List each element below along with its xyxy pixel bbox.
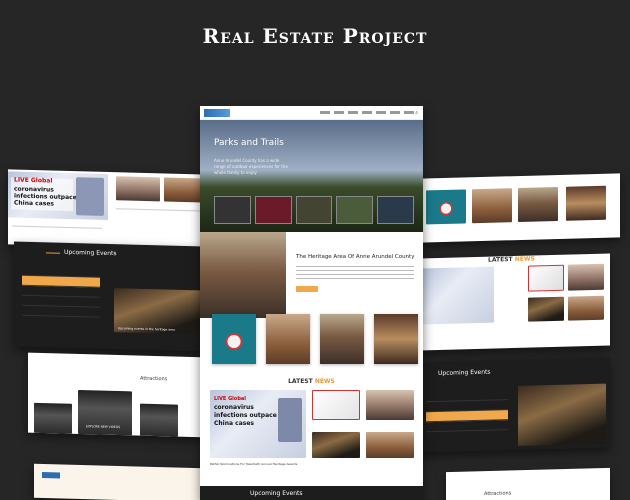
feature-card-library[interactable] (374, 314, 418, 364)
search-icon[interactable]: ⌕ (415, 110, 418, 116)
left-events-panel: Upcoming Events Upcoming events in the h… (14, 241, 204, 352)
site-logo[interactable] (204, 109, 230, 117)
card-family[interactable] (472, 188, 512, 224)
feature-card-row (212, 314, 418, 364)
heritage-image (200, 232, 286, 318)
news-live-label: LIVE Global (214, 396, 246, 402)
hero-card-row (214, 196, 414, 224)
attraction-card-label: EXPLORE NEW VIDEOS (86, 424, 121, 430)
news-label: NEWS (514, 255, 535, 264)
hero-card[interactable] (336, 196, 374, 224)
attraction-card-3[interactable] (140, 403, 178, 437)
hero-banner: Parks and Trails Anne Arundel County has… (200, 120, 423, 232)
news-screen-line3: China cases (214, 420, 254, 427)
footer-logo (42, 471, 60, 479)
right-events-title: Upcoming Events (438, 368, 491, 377)
hero-card[interactable] (377, 196, 414, 224)
right-events-panel: Upcoming Events (418, 357, 610, 453)
latest-news-cafe-image[interactable] (312, 432, 360, 458)
hero-card[interactable] (295, 196, 333, 224)
events-list (22, 265, 100, 328)
feature-card-ferris[interactable] (212, 314, 256, 364)
feature-card-family[interactable] (266, 314, 310, 364)
latest-news-headline: Pathin Nominations For Twentieth Annual … (210, 462, 298, 466)
news-live-label: LIVE Global (14, 176, 53, 185)
center-events-strip: Upcoming Events (200, 486, 423, 500)
heritage-title: The Heritage Area Of Anne Arundel County (296, 254, 415, 260)
left-attractions-panel: Attractions EXPLORE NEW VIDEOS (28, 352, 206, 438)
latest-news-heading: LATEST NEWS (200, 378, 423, 385)
news-thumbnail-small[interactable] (568, 263, 604, 291)
event-row[interactable] (426, 420, 508, 433)
event-row[interactable] (22, 305, 100, 318)
heritage-body-text (296, 266, 414, 282)
news-thumbnail-small[interactable] (528, 296, 564, 322)
card-ferris[interactable] (426, 189, 466, 225)
news-thumbnail-small[interactable] (568, 295, 604, 321)
accent-line (46, 252, 60, 254)
attractions-title: Attractions (140, 375, 168, 383)
navbar: ⌕ (200, 106, 423, 120)
attraction-card-1[interactable] (34, 402, 72, 434)
left-footer-panel (34, 463, 204, 500)
divider (116, 208, 206, 212)
card-city[interactable] (518, 187, 558, 223)
right-top-cards-panel (420, 173, 620, 243)
news-screen-line1: coronavirus (214, 404, 254, 411)
news-screen-line2: infections outpace (214, 412, 277, 419)
right-attractions-title: Attractions (484, 490, 512, 498)
news-thumbnail-large[interactable]: LIVE Global coronavirus infections outpa… (8, 171, 108, 220)
latest-label: LATEST (288, 378, 313, 385)
card-library[interactable] (566, 185, 606, 221)
showcase-stage: Real Estate Project LIVE Global coronavi… (0, 0, 630, 500)
right-attractions-panel: Attractions (446, 467, 610, 500)
hero-title: Parks and Trails (214, 138, 284, 148)
news-anchor-figure (76, 177, 104, 216)
latest-news-main-image[interactable]: LIVE Global coronavirus infections outpa… (210, 390, 306, 458)
divider (12, 225, 102, 229)
right-events-cafe-image[interactable] (518, 383, 606, 446)
right-events-list (426, 390, 508, 442)
news-anchor-figure (278, 398, 302, 442)
latest-heading: LATEST NEWS (488, 255, 535, 263)
hero-card[interactable] (254, 196, 292, 224)
latest-news-crowd-image[interactable] (366, 390, 414, 420)
nav-links[interactable] (320, 111, 414, 114)
left-top-panel: LIVE Global coronavirus infections outpa… (8, 169, 208, 250)
page-title: Real Estate Project (202, 24, 428, 48)
news-thumbnail-stats[interactable] (528, 264, 564, 292)
hero-text: Anne Arundel County has a wide range of … (214, 158, 288, 175)
latest-news-stats-image[interactable] (312, 390, 360, 420)
news-thumbnail-large[interactable] (420, 266, 494, 325)
latest-label: LATEST (488, 256, 513, 264)
center-events-title: Upcoming Events (250, 490, 303, 497)
news-label: NEWS (314, 378, 335, 385)
hero-card[interactable] (214, 196, 251, 224)
feature-card-city[interactable] (320, 314, 364, 364)
news-thumbnail-small-1[interactable] (116, 176, 160, 202)
center-main-panel: ⌕ Parks and Trails Anne Arundel County h… (200, 106, 423, 500)
right-latest-panel: LATEST NEWS (420, 253, 610, 351)
news-screen-line3: China cases (14, 199, 54, 208)
events-title: Upcoming Events (64, 248, 117, 258)
latest-news-kids-image[interactable] (366, 432, 414, 458)
read-more-button[interactable] (296, 286, 318, 292)
